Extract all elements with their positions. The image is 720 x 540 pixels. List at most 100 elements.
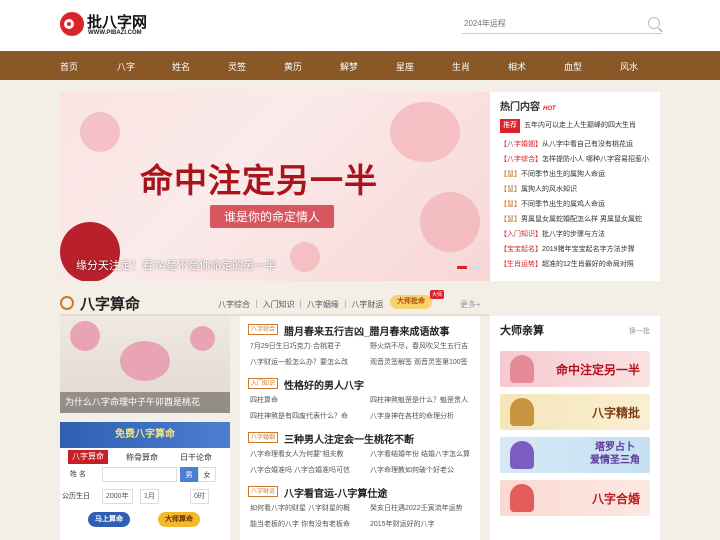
list-item-text: 不同季节出生的属鸡人命运 bbox=[521, 201, 605, 208]
list-item[interactable]: 【八字婚姻】从八字中看自己有没有桃花运 bbox=[500, 137, 650, 152]
article-category[interactable]: 八字综合 bbox=[248, 324, 279, 335]
sex-male-option[interactable]: 男 bbox=[180, 467, 198, 482]
banner-caption: 缘分天注定！看TA是不是你命定的另一半 bbox=[76, 260, 277, 272]
search-box bbox=[462, 14, 662, 34]
nav-item-shengxiao[interactable]: 生肖 bbox=[452, 60, 470, 73]
service-card-soulmate[interactable]: 命中注定另一半 bbox=[500, 351, 650, 387]
blossom-decoration bbox=[120, 341, 170, 381]
nav-item-almanac[interactable]: 黄历 bbox=[284, 60, 302, 73]
article-title[interactable]: 性格好的男人八字 bbox=[284, 377, 364, 392]
list-item[interactable]: 【宝宝起名】2019猪年宝宝起名字方法步骤 bbox=[500, 242, 650, 257]
nav-item-name[interactable]: 姓名 bbox=[172, 60, 190, 73]
list-item[interactable]: 【鼠】不同季节出生的属狗人命运 bbox=[500, 167, 650, 182]
list-item-text: 怎样提防小人 哪种八字容易招惹小 bbox=[542, 156, 649, 163]
banner-subline: 谁是你的命定情人 bbox=[210, 205, 335, 228]
free-bazi-calculator: 免费八字算命 八字算命 称骨算命 日干论命 姓 名 男女 公历生日 2000年 … bbox=[60, 422, 230, 540]
article-link[interactable]: 观音灵签解签 观音灵签第100签 bbox=[370, 357, 468, 367]
carousel-dot[interactable] bbox=[469, 266, 479, 269]
site-logo[interactable]: 批八字网 WWW.PIBAZI.COM bbox=[60, 10, 170, 40]
service-card-tarot[interactable]: 塔罗占卜 爱情圣三角 bbox=[500, 437, 650, 473]
calculator-title: 免费八字算命 bbox=[60, 422, 230, 448]
refresh-link[interactable]: 换一批 bbox=[629, 326, 650, 336]
name-field[interactable] bbox=[102, 467, 177, 482]
nav-item-fengshui[interactable]: 风水 bbox=[620, 60, 638, 73]
tab-bazi[interactable]: 八字算命 bbox=[68, 450, 108, 464]
hot-title-text: 热门内容 bbox=[500, 102, 540, 113]
year-select[interactable]: 2000年 bbox=[102, 489, 133, 504]
carousel-dot[interactable] bbox=[457, 266, 467, 269]
article-link[interactable]: 四柱神煞是有四废代表什么？命 bbox=[250, 411, 348, 421]
service-card-label: 命中注定另一半 bbox=[555, 363, 640, 377]
logo-domain: WWW.PIBAZI.COM bbox=[88, 30, 142, 36]
tab-chenggu[interactable]: 称骨算命 bbox=[126, 452, 158, 463]
quick-reading-button[interactable]: 马上算命 bbox=[88, 512, 130, 527]
search-input[interactable] bbox=[462, 14, 642, 32]
service-card-label: 八字精批 bbox=[591, 406, 640, 420]
article-link[interactable]: 八字命理教如何破个好老公 bbox=[370, 465, 454, 475]
month-select[interactable]: 1月 bbox=[140, 489, 159, 504]
list-item[interactable]: 【生肖运势】超准的12生肖最好的命局对照 bbox=[500, 257, 650, 272]
nav-item-home[interactable]: 首页 bbox=[60, 60, 78, 73]
nav-item-zodiac[interactable]: 星座 bbox=[396, 60, 414, 73]
list-item-category: 【鼠】 bbox=[500, 186, 521, 193]
article-title[interactable]: 三种男人注定会一生桃花不断 bbox=[284, 431, 414, 446]
article-link[interactable]: 八字财运一般怎么办？要怎么改 bbox=[250, 357, 348, 367]
tarot-card-illustration bbox=[510, 441, 534, 469]
nav-item-bazi[interactable]: 八字 bbox=[117, 60, 135, 73]
blossom-decoration bbox=[420, 192, 480, 252]
article-link[interactable]: 癸亥日柱遇2022壬寅流年运势 bbox=[370, 503, 463, 513]
hero-banner[interactable]: 命中注定另一半 谁是你的命定情人 缘分天注定！看TA是不是你命定的另一半 bbox=[60, 92, 490, 281]
list-item[interactable]: 【鼠】男属鼠女属蛇婚配怎么样 男属鼠女属蛇 bbox=[500, 212, 650, 227]
tab-rigan[interactable]: 日干论命 bbox=[180, 452, 212, 463]
master-reading-button[interactable]: 大师算命 bbox=[158, 512, 200, 527]
article-link[interactable]: 八字命理看女人为何要"相夫教 bbox=[250, 449, 344, 459]
banner-headline: 命中注定另一半 bbox=[140, 161, 378, 200]
article-link[interactable]: 四柱算命 bbox=[250, 395, 278, 405]
article-category[interactable]: 入门知识 bbox=[248, 378, 279, 389]
service-card-bazi-detail[interactable]: 八字精批 bbox=[500, 394, 650, 430]
logo-name: 批八字网 bbox=[87, 14, 148, 31]
search-icon[interactable] bbox=[648, 17, 660, 29]
article-link[interactable]: 7月29日生日巧克力·合桃君子 bbox=[250, 341, 341, 351]
article-category[interactable]: 八字财运 bbox=[248, 486, 279, 497]
list-item[interactable]: 【八字综合】怎样提防小人 哪种八字容易招惹小 bbox=[500, 152, 650, 167]
service-card-marriage[interactable]: 八字合婚 bbox=[500, 480, 650, 516]
list-item[interactable]: 【入门知识】批八字的步骤与方法 bbox=[500, 227, 650, 242]
nav-item-dream[interactable]: 解梦 bbox=[340, 60, 358, 73]
nav-item-physiognomy[interactable]: 相术 bbox=[508, 60, 526, 73]
article-link[interactable]: 八字看结婚年份 结婚八字怎么算 bbox=[370, 449, 470, 459]
blossom-decoration bbox=[390, 102, 460, 162]
article-link[interactable]: 四柱神煞魁罡是什么？魁罡贵人 bbox=[370, 395, 468, 405]
calculator-actions: 马上算命 大师算命 bbox=[60, 508, 230, 532]
article-group: 入门知识 性格好的男人八字 四柱算命 四柱神煞魁罡是什么？魁罡贵人 四柱神煞是有… bbox=[248, 376, 472, 430]
article-group: 八字婚姻 三种男人注定会一生桃花不断 八字命理看女人为何要"相夫教 八字看结婚年… bbox=[248, 430, 472, 484]
nav-item-bloodtype[interactable]: 血型 bbox=[564, 60, 582, 73]
feature-article-image[interactable]: 为什么八字命理中子午卯酉是桃花 bbox=[60, 316, 230, 413]
blossom-decoration bbox=[290, 242, 320, 272]
article-category[interactable]: 八字婚姻 bbox=[248, 432, 279, 443]
list-item-text: 不同季节出生的属狗人命运 bbox=[521, 171, 605, 178]
section-category-links[interactable]: 八字综合 ｜ 入门知识 ｜ 八字姻缘 ｜ 八字财运 bbox=[218, 299, 383, 310]
article-title[interactable]: 八字看官运-八字算仕途 bbox=[284, 485, 387, 500]
more-link[interactable]: 更多+ bbox=[460, 299, 481, 310]
article-link[interactable]: 八字合婚准吗 八字合婚准吗可信 bbox=[250, 465, 350, 475]
article-link[interactable]: 能当老板的八字 你有没有老板命 bbox=[250, 519, 350, 529]
list-item[interactable]: 【鼠】不同季节出生的属鸡人命运 bbox=[500, 197, 650, 212]
sex-female-option[interactable]: 女 bbox=[198, 467, 216, 482]
hot-content-panel: 热门内容 HOT 推荐 五年内可以走上人生巅峰的四大生肖 【八字婚姻】从八字中看自己… bbox=[490, 92, 660, 281]
article-link[interactable]: 如何看八字的财星 八字财星的概 bbox=[250, 503, 350, 513]
hour-select[interactable]: 0时 bbox=[190, 489, 209, 504]
article-link[interactable]: 2015年财运好的八字 bbox=[370, 519, 435, 529]
list-item[interactable]: 【鼠】属狗人的风水知识 bbox=[500, 182, 650, 197]
article-title[interactable]: 腊月春来五行吉凶_腊月春来成语故事 bbox=[284, 323, 450, 338]
section-ring-icon bbox=[60, 296, 74, 310]
article-link[interactable]: 野火烧不尽，春风吹又生五行吉 bbox=[370, 341, 468, 351]
couple-illustration bbox=[510, 355, 534, 383]
list-item-category: 【鼠】 bbox=[500, 171, 521, 178]
blossom-decoration bbox=[190, 326, 215, 351]
hot-top-item[interactable]: 推荐 五年内可以走上人生巅峰的四大生肖 bbox=[500, 119, 650, 133]
scroll-illustration bbox=[510, 398, 534, 426]
article-link[interactable]: 八字身神在各柱的命理分析 bbox=[370, 411, 454, 421]
nav-item-lingqian[interactable]: 灵签 bbox=[228, 60, 246, 73]
master-reading-badge[interactable]: 大师批命 bbox=[390, 295, 432, 309]
